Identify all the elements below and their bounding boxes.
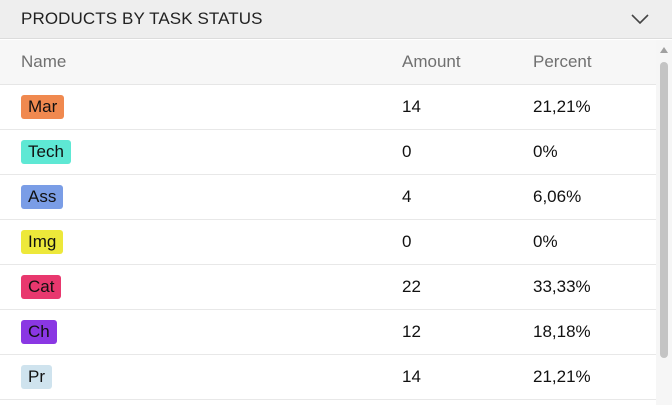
percent-cell: 33,33% xyxy=(533,277,591,296)
percent-cell: 0% xyxy=(533,142,558,161)
status-tag: Ass xyxy=(21,185,64,209)
table-body: Mar 14 21,21% Tech 0 0% Ass 4 6,06% Img 0 0% Cat 22 33… xyxy=(0,85,656,400)
task-status-table: Name Amount Percent Mar 14 21,21% Tech 0 0% As… xyxy=(0,40,656,400)
column-header-percent[interactable]: Percent xyxy=(533,52,592,72)
panel-title: PRODUCTS BY TASK STATUS xyxy=(21,9,263,28)
column-header-name[interactable]: Name xyxy=(21,52,66,72)
amount-cell: 14 xyxy=(402,367,421,386)
amount-cell: 0 xyxy=(402,232,412,251)
collapse-toggle-button[interactable] xyxy=(628,8,652,30)
percent-cell: 18,18% xyxy=(533,322,591,341)
status-tag: Mar xyxy=(21,95,65,119)
panel-header[interactable]: PRODUCTS BY TASK STATUS xyxy=(0,0,672,39)
scroll-up-arrow-icon[interactable] xyxy=(660,47,668,53)
vertical-scrollbar[interactable] xyxy=(656,40,672,405)
percent-cell: 21,21% xyxy=(533,97,591,116)
chevron-down-icon xyxy=(631,14,649,24)
table-header: Name Amount Percent xyxy=(0,40,656,85)
status-tag: Ch xyxy=(21,320,57,344)
percent-cell: 6,06% xyxy=(533,187,582,206)
percent-cell: 0% xyxy=(533,232,558,251)
table-row[interactable]: Ch 12 18,18% xyxy=(0,310,656,355)
percent-cell: 21,21% xyxy=(533,367,591,386)
table-row[interactable]: Tech 0 0% xyxy=(0,130,656,175)
amount-cell: 12 xyxy=(402,322,421,341)
status-tag: Pr xyxy=(21,365,52,389)
status-tag: Tech xyxy=(21,140,71,164)
scrollbar-thumb[interactable] xyxy=(660,62,668,358)
amount-cell: 14 xyxy=(402,97,421,116)
amount-cell: 0 xyxy=(402,142,412,161)
table-row[interactable]: Img 0 0% xyxy=(0,220,656,265)
status-tag: Cat xyxy=(21,275,62,299)
status-tag: Img xyxy=(21,230,64,254)
column-header-amount[interactable]: Amount xyxy=(402,52,461,72)
amount-cell: 4 xyxy=(402,187,412,206)
amount-cell: 22 xyxy=(402,277,421,296)
table-row[interactable]: Ass 4 6,06% xyxy=(0,175,656,220)
table-row[interactable]: Cat 22 33,33% xyxy=(0,265,656,310)
table-row[interactable]: Mar 14 21,21% xyxy=(0,85,656,130)
table-row[interactable]: Pr 14 21,21% xyxy=(0,355,656,400)
products-by-task-status-panel: PRODUCTS BY TASK STATUS Name Amount Perc… xyxy=(0,0,672,405)
